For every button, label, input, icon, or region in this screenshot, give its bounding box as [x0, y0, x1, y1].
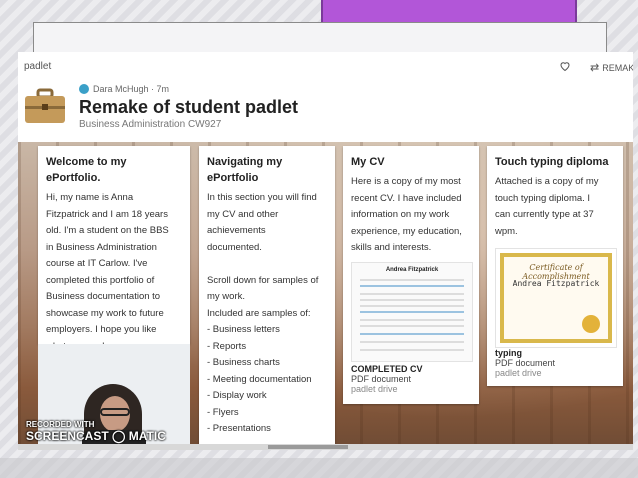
remake-label: REMAK	[602, 63, 633, 73]
card-body: In this section you will find my CV and …	[207, 192, 319, 434]
card-title: Welcome to my ePortfolio.	[46, 156, 127, 184]
screencast-watermark: RECORDED WITH SCREENCAST ◯ MATIC	[26, 420, 186, 443]
card-body: Here is a copy of my most recent CV. I h…	[351, 176, 462, 253]
page-title: Remake of student padlet	[79, 97, 299, 117]
certificate-frame: Certificate of Accomplishment Andrea Fit…	[500, 253, 612, 343]
attachment-source: padlet drive	[495, 368, 542, 378]
brand-logo[interactable]: padlet	[24, 61, 51, 72]
card-title: My CV	[351, 156, 385, 168]
card-title: Touch typing diploma	[495, 156, 609, 168]
typing-attachment-caption[interactable]: typing PDF document padlet drive	[495, 348, 555, 378]
page-subtitle: Business Administration CW927	[79, 119, 222, 130]
padlet-window: padlet ⇄ REMAK Dara McHugh · 7m Remake of…	[18, 52, 633, 450]
top-bar: padlet ⇄ REMAK	[18, 52, 633, 80]
author-name[interactable]: Dara McHugh	[93, 84, 149, 94]
watermark-line1: RECORDED WITH	[26, 420, 95, 429]
watermark-line2: SCREENCAST ◯ MATIC	[26, 429, 166, 443]
padlet-header: Dara McHugh · 7m Remake of student padle…	[18, 80, 633, 140]
remake-icon: ⇄	[590, 62, 600, 74]
post-card-cv[interactable]: My CV Here is a copy of my most recent C…	[343, 146, 479, 404]
card-title: Navigating my ePortfolio	[207, 156, 283, 184]
attachment-name: COMPLETED CV	[351, 364, 423, 374]
author-line: Dara McHugh · 7m	[79, 84, 169, 94]
cv-preview-thumbnail[interactable]: Andrea Fitzpatrick	[351, 262, 473, 362]
heart-icon[interactable]	[559, 60, 571, 72]
scrollbar-thumb[interactable]	[268, 445, 348, 449]
post-card-welcome[interactable]: Welcome to my ePortfolio. Hi, my name is…	[38, 146, 190, 352]
card-body: Attached is a copy of my touch typing di…	[495, 176, 599, 237]
attachment-source: padlet drive	[351, 384, 398, 394]
post-time: 7m	[156, 84, 170, 94]
card-body: Hi, my name is Anna Fitzpatrick and I am…	[46, 192, 169, 352]
slide-footer-strip	[0, 458, 638, 478]
certificate-name: Andrea Fitzpatrick	[512, 279, 600, 288]
cv-attachment-caption[interactable]: COMPLETED CV PDF document padlet drive	[351, 364, 423, 394]
certificate-preview-thumbnail[interactable]: Certificate of Accomplishment Andrea Fit…	[495, 248, 617, 348]
avatar	[79, 84, 89, 94]
attachment-name: typing	[495, 348, 522, 358]
post-card-typing-diploma[interactable]: Touch typing diploma Attached is a copy …	[487, 146, 623, 386]
attachment-type: PDF document	[351, 374, 412, 384]
seal-icon	[582, 315, 600, 333]
webcam-glasses	[100, 408, 130, 416]
briefcase-icon	[25, 88, 65, 123]
post-card-navigating[interactable]: Navigating my ePortfolio In this section…	[199, 146, 335, 446]
remake-button[interactable]: ⇄ REMAK	[590, 61, 633, 74]
attachment-type: PDF document	[495, 358, 556, 368]
cv-doc-heading: Andrea Fitzpatrick	[385, 267, 439, 273]
horizontal-scrollbar[interactable]	[18, 444, 633, 450]
